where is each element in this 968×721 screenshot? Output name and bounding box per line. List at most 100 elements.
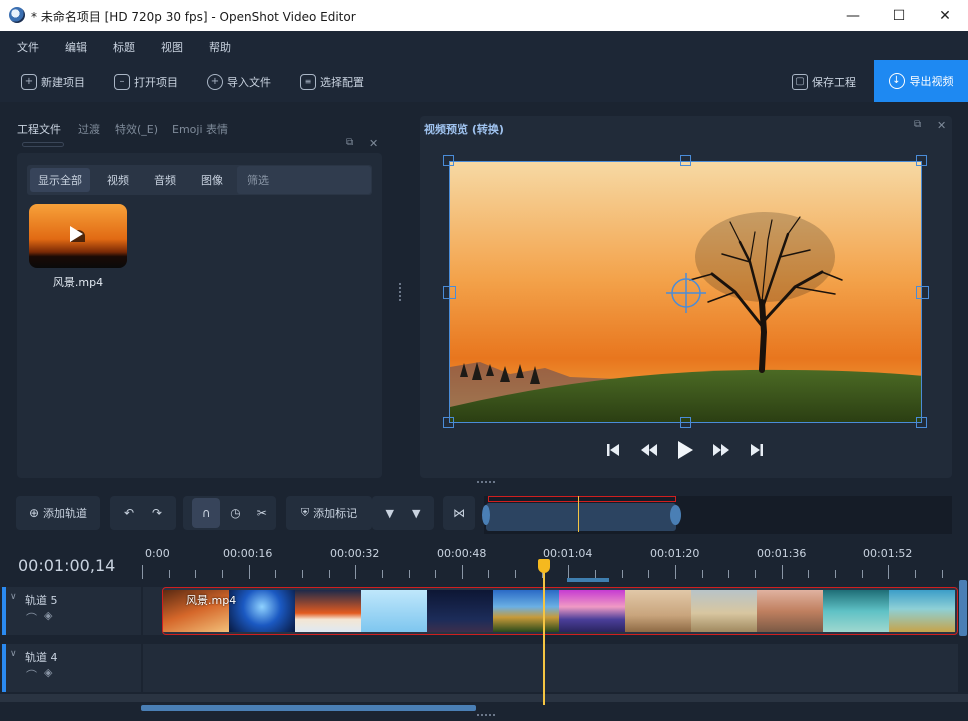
filter-show-all[interactable]: 显示全部 — [30, 168, 90, 192]
horizontal-splitter-handle[interactable] — [477, 481, 495, 484]
resize-handle-bottom-right[interactable] — [916, 417, 927, 428]
collapse-chevron-icon[interactable]: ∨ — [10, 649, 17, 659]
add-track-button[interactable]: ⊕ 添加轨道 — [16, 496, 100, 530]
resize-handle-bottom[interactable] — [680, 417, 691, 428]
clip-frame — [559, 590, 625, 632]
ruler-tick — [648, 570, 649, 578]
center-playhead-icon: ⋈ — [453, 506, 465, 520]
ruler-label: 00:00:48 — [437, 547, 487, 560]
resize-handle-bottom-left[interactable] — [443, 417, 454, 428]
filter-video[interactable]: 视频 — [99, 168, 137, 192]
open-project-button[interactable]: – 打开项目 — [114, 70, 178, 94]
next-marker-icon[interactable]: ▼ — [412, 507, 420, 520]
video-clip[interactable] — [162, 587, 958, 635]
keyframe-diamond-icon[interactable]: ◈ — [44, 609, 52, 622]
timing-clock-icon[interactable]: ◷ — [230, 506, 240, 520]
splitter-handle[interactable] — [399, 283, 403, 301]
lock-icon[interactable]: ⌒ — [26, 667, 37, 683]
menu-edit[interactable]: 编辑 — [65, 39, 87, 55]
play-button[interactable] — [674, 439, 696, 461]
undo-icon[interactable]: ↶ — [124, 506, 134, 520]
track-name: 轨道 4 — [25, 651, 58, 664]
vertical-scrollbar[interactable] — [959, 580, 967, 636]
ruler-tick — [222, 570, 223, 578]
track-header[interactable]: ∨ 轨道 4 ⌒ ◈ — [2, 644, 141, 692]
add-marker-button[interactable]: ⛨ 添加标记 — [286, 496, 372, 530]
maximize-button[interactable]: ☐ — [876, 0, 922, 31]
skip-forward-icon — [751, 444, 763, 456]
filter-input[interactable] — [237, 166, 371, 194]
ruler-tick — [488, 570, 489, 578]
tab-emojis[interactable]: Emoji 表情 — [172, 121, 228, 137]
snap-magnet-icon[interactable]: ∩ — [192, 498, 221, 528]
playhead-handle[interactable] — [538, 559, 550, 573]
clip-frame — [823, 590, 889, 632]
rewind-button[interactable] — [638, 440, 660, 460]
lock-icon[interactable]: ⌒ — [26, 610, 37, 626]
resize-handle-top-right[interactable] — [916, 155, 927, 166]
import-files-button[interactable]: + 导入文件 — [207, 70, 271, 94]
ruler-tick — [915, 570, 916, 578]
close-window-button[interactable]: ✕ — [922, 0, 968, 31]
close-dock-icon[interactable]: ✕ — [369, 137, 378, 150]
zoom-left-handle[interactable] — [482, 505, 490, 525]
video-frame[interactable] — [449, 161, 922, 423]
fast-forward-icon — [713, 444, 729, 456]
ruler-progress-marker — [567, 578, 609, 582]
play-icon — [678, 441, 693, 459]
tab-transitions[interactable]: 过渡 — [78, 121, 100, 137]
add-circle-icon: ⊕ — [28, 506, 40, 520]
redo-icon[interactable]: ↷ — [152, 506, 162, 520]
jump-end-button[interactable] — [747, 440, 767, 460]
window-title: * 未命名项目 [HD 720p 30 fps] - OpenShot Vide… — [31, 10, 356, 24]
previous-marker-icon[interactable]: ▼ — [386, 507, 394, 520]
resize-handle-top-left[interactable] — [443, 155, 454, 166]
minimize-button[interactable]: — — [830, 0, 876, 31]
ruler-tick — [568, 565, 569, 579]
collapse-chevron-icon[interactable]: ∨ — [10, 592, 17, 602]
resize-handle-right[interactable] — [916, 286, 929, 299]
track-header[interactable]: ∨ 轨道 5 ⌒ ◈ — [2, 587, 141, 635]
razor-scissors-icon[interactable]: ✂ — [257, 506, 267, 520]
menu-file[interactable]: 文件 — [17, 39, 39, 55]
export-video-button[interactable]: ↓ 导出视频 — [874, 60, 968, 102]
track-lane[interactable] — [143, 644, 958, 692]
zoom-right-handle[interactable] — [670, 505, 681, 525]
filter-image[interactable]: 图像 — [193, 168, 231, 192]
open-folder-icon: – — [114, 74, 130, 90]
horizontal-scrollbar[interactable] — [141, 705, 476, 711]
file-name: 风景.mp4 — [52, 276, 104, 289]
ruler-tick — [142, 565, 143, 579]
ruler-tick — [382, 570, 383, 578]
ruler-tick — [302, 570, 303, 578]
center-playhead-button[interactable]: ⋈ — [443, 496, 475, 530]
tab-project-files[interactable]: 工程文件 — [17, 121, 61, 137]
bottom-splitter-handle[interactable] — [477, 714, 495, 717]
choose-profile-button[interactable]: ≡ 选择配置 — [300, 70, 364, 94]
ruler-tick — [595, 570, 596, 578]
playhead-line[interactable] — [543, 570, 545, 705]
menu-help[interactable]: 帮助 — [209, 39, 231, 55]
menu-view[interactable]: 视图 — [161, 39, 183, 55]
menu-title[interactable]: 标题 — [113, 39, 135, 55]
tab-effects[interactable]: 特效(_E) — [115, 121, 158, 137]
float-dock-icon[interactable]: ⧉ — [346, 137, 353, 148]
title-bar: * 未命名项目 [HD 720p 30 fps] - OpenShot Vide… — [0, 0, 968, 31]
new-project-button[interactable]: + 新建项目 — [21, 70, 85, 94]
filter-audio[interactable]: 音频 — [146, 168, 184, 192]
main-toolbar: + 新建项目 – 打开项目 + 导入文件 ≡ 选择配置 ▢ 保存工程 — [0, 61, 968, 102]
preview-title: 视频预览 (转换) — [424, 123, 504, 136]
keyframe-diamond-icon[interactable]: ◈ — [44, 666, 52, 679]
close-preview-icon[interactable]: ✕ — [937, 119, 946, 132]
export-video-label: 导出视频 — [909, 75, 954, 88]
resize-handle-left[interactable] — [443, 286, 456, 299]
float-preview-icon[interactable]: ⧉ — [914, 119, 921, 130]
zoom-slider-window[interactable] — [486, 503, 676, 531]
save-project-button[interactable]: ▢ 保存工程 — [792, 70, 856, 94]
resize-handle-top[interactable] — [680, 155, 691, 166]
jump-start-button[interactable] — [603, 440, 623, 460]
openshot-logo-icon — [9, 7, 25, 23]
ruler-tick — [329, 570, 330, 578]
fast-forward-button[interactable] — [710, 440, 732, 460]
file-thumbnail[interactable] — [29, 204, 127, 268]
